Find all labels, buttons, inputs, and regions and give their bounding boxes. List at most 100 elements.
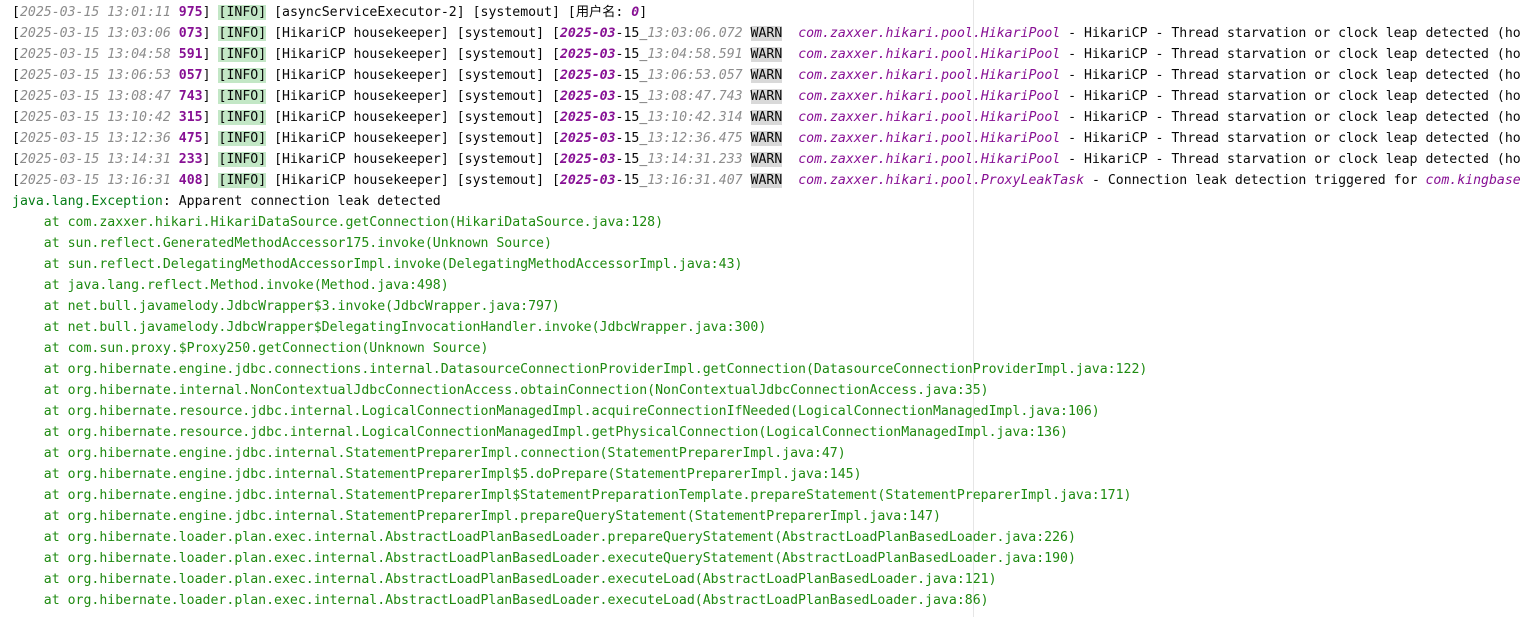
stack-frame[interactable]: at org.hibernate.engine.jdbc.internal.St… xyxy=(12,506,1530,527)
stack-frame[interactable]: at org.hibernate.engine.jdbc.connections… xyxy=(12,359,1530,380)
log-source: systemout xyxy=(464,47,537,62)
log-line: [2025-03-15 13:10:42 315] [INFO] [Hikari… xyxy=(12,110,1521,125)
logger-name: com.zaxxer.hikari.pool.HikariPool xyxy=(798,131,1061,146)
thread-name: HikariCP housekeeper xyxy=(282,47,441,62)
inner-day: -15_ xyxy=(615,152,648,167)
warn-badge: WARN xyxy=(750,173,783,188)
inner-day: -15_ xyxy=(615,26,648,41)
stack-frame[interactable]: at org.hibernate.engine.jdbc.internal.St… xyxy=(12,464,1530,485)
console-output[interactable]: [2025-03-15 13:01:11 975] [INFO] [asyncS… xyxy=(12,2,1530,611)
level-text: INFO xyxy=(226,68,259,83)
stack-frame-text: at org.hibernate.loader.plan.exec.intern… xyxy=(43,551,1076,566)
stack-frame[interactable]: at org.hibernate.resource.jdbc.internal.… xyxy=(12,401,1530,422)
stack-frame[interactable]: at org.hibernate.engine.jdbc.internal.St… xyxy=(12,485,1530,506)
warn-badge: WARN xyxy=(750,131,783,146)
log-line: [2025-03-15 13:12:36 475] [INFO] [Hikari… xyxy=(12,131,1521,146)
level-badge: [INFO] xyxy=(218,5,267,20)
level-badge: [INFO] xyxy=(218,68,267,83)
inner-day: -15_ xyxy=(615,89,648,104)
stack-frame-text: at org.hibernate.loader.plan.exec.intern… xyxy=(43,593,989,608)
log-message: - HikariCP - Thread starvation or clock … xyxy=(1060,68,1521,83)
stack-frame[interactable]: at net.bull.javamelody.JdbcWrapper$3.inv… xyxy=(12,296,1530,317)
stack-frame[interactable]: at org.hibernate.resource.jdbc.internal.… xyxy=(12,422,1530,443)
stack-frame[interactable]: at org.hibernate.loader.plan.exec.intern… xyxy=(12,569,1530,590)
thread-name: HikariCP housekeeper xyxy=(282,89,441,104)
log-message: - HikariCP - Thread starvation or clock … xyxy=(1060,47,1521,62)
log-line: [2025-03-15 13:03:06 073] [INFO] [Hikari… xyxy=(12,26,1521,41)
stack-frame[interactable]: at com.sun.proxy.$Proxy250.getConnection… xyxy=(12,338,1530,359)
log-millis: 073 xyxy=(178,26,203,41)
level-text: INFO xyxy=(226,5,259,20)
log-message: - HikariCP - Thread starvation or clock … xyxy=(1060,131,1521,146)
stack-frame-text: at org.hibernate.engine.jdbc.internal.St… xyxy=(43,509,941,524)
log-line: [2025-03-15 13:08:47 743] [INFO] [Hikari… xyxy=(12,89,1521,104)
stack-frame-text: at sun.reflect.DelegatingMethodAccessorI… xyxy=(43,257,743,272)
stack-frame[interactable]: at org.hibernate.engine.jdbc.internal.St… xyxy=(12,443,1530,464)
log-source: systemout xyxy=(464,26,537,41)
level-badge: [INFO] xyxy=(218,131,267,146)
stack-frame-text: at org.hibernate.engine.jdbc.internal.St… xyxy=(43,467,862,482)
stack-frame[interactable]: at sun.reflect.GeneratedMethodAccessor17… xyxy=(12,233,1530,254)
stack-frame[interactable]: at sun.reflect.DelegatingMethodAccessorI… xyxy=(12,254,1530,275)
stack-frame[interactable]: at org.hibernate.loader.plan.exec.intern… xyxy=(12,548,1530,569)
log-timestamp: 2025-03-15 13:12:36 xyxy=(19,131,171,146)
inner-time: 13:10:42.314 xyxy=(647,110,743,125)
log-millis: 591 xyxy=(178,47,203,62)
stack-frame[interactable]: at com.zaxxer.hikari.HikariDataSource.ge… xyxy=(12,212,1530,233)
stack-frame[interactable]: at net.bull.javamelody.JdbcWrapper$Deleg… xyxy=(12,317,1530,338)
exception-message: : Apparent connection leak detected xyxy=(162,194,441,209)
log-millis: 315 xyxy=(178,110,203,125)
stack-frame-text: at org.hibernate.engine.jdbc.connections… xyxy=(43,362,1148,377)
user-label: 用户名: xyxy=(575,5,632,20)
log-millis: 743 xyxy=(178,89,203,104)
inner-time: 13:12:36.475 xyxy=(647,131,743,146)
warn-badge: WARN xyxy=(750,26,783,41)
level-text: INFO xyxy=(226,173,259,188)
inner-date: 2025-03 xyxy=(559,152,616,167)
stack-frame[interactable]: at org.hibernate.loader.plan.exec.intern… xyxy=(12,590,1530,611)
warn-badge: WARN xyxy=(750,110,783,125)
log-millis: 975 xyxy=(178,5,203,20)
inner-date: 2025-03 xyxy=(559,47,616,62)
stack-frame[interactable]: at org.hibernate.internal.NonContextualJ… xyxy=(12,380,1530,401)
inner-time: 13:14:31.233 xyxy=(647,152,743,167)
thread-name: HikariCP housekeeper xyxy=(282,68,441,83)
log-source: systemout xyxy=(464,152,537,167)
log-millis: 408 xyxy=(178,173,203,188)
log-source: systemout xyxy=(464,173,537,188)
stack-frame[interactable]: at org.hibernate.loader.plan.exec.intern… xyxy=(12,527,1530,548)
user-value: 0 xyxy=(631,5,640,20)
stack-frame-text: at com.zaxxer.hikari.HikariDataSource.ge… xyxy=(43,215,664,230)
inner-time: 13:16:31.407 xyxy=(647,173,743,188)
log-timestamp: 2025-03-15 13:04:58 xyxy=(19,47,171,62)
level-badge: [INFO] xyxy=(218,110,267,125)
stack-frame-text: at org.hibernate.loader.plan.exec.intern… xyxy=(43,572,997,587)
level-text: INFO xyxy=(226,89,259,104)
log-timestamp: 2025-03-15 13:03:06 xyxy=(19,26,171,41)
inner-date: 2025-03 xyxy=(559,131,616,146)
logger-name: com.zaxxer.hikari.pool.HikariPool xyxy=(798,110,1061,125)
log-millis: 475 xyxy=(178,131,203,146)
log-line: [2025-03-15 13:16:31 408] [INFO] [Hikari… xyxy=(12,173,1521,188)
warn-badge: WARN xyxy=(750,47,783,62)
thread-name: asyncServiceExecutor-2 xyxy=(282,5,457,20)
stack-frame[interactable]: at java.lang.reflect.Method.invoke(Metho… xyxy=(12,275,1530,296)
inner-day: -15_ xyxy=(615,68,648,83)
level-badge: [INFO] xyxy=(218,152,267,167)
log-source: systemout xyxy=(464,110,537,125)
exception-line: java.lang.Exception: Apparent connection… xyxy=(12,191,1530,212)
log-source: systemout xyxy=(464,68,537,83)
logger-name: com.zaxxer.hikari.pool.HikariPool xyxy=(798,89,1061,104)
log-source: systemout xyxy=(480,5,553,20)
level-text: INFO xyxy=(226,131,259,146)
level-badge: [INFO] xyxy=(218,89,267,104)
logger-name: com.zaxxer.hikari.pool.HikariPool xyxy=(798,68,1061,83)
stack-frame-text: at org.hibernate.engine.jdbc.internal.St… xyxy=(43,488,1132,503)
logger-name: com.zaxxer.hikari.pool.HikariPool xyxy=(798,47,1061,62)
log-message: - HikariCP - Thread starvation or clock … xyxy=(1060,89,1521,104)
log-timestamp: 2025-03-15 13:06:53 xyxy=(19,68,171,83)
log-timestamp: 2025-03-15 13:14:31 xyxy=(19,152,171,167)
log-millis: 057 xyxy=(178,68,203,83)
stack-frame-text: at net.bull.javamelody.JdbcWrapper$Deleg… xyxy=(43,320,767,335)
log-source: systemout xyxy=(464,89,537,104)
